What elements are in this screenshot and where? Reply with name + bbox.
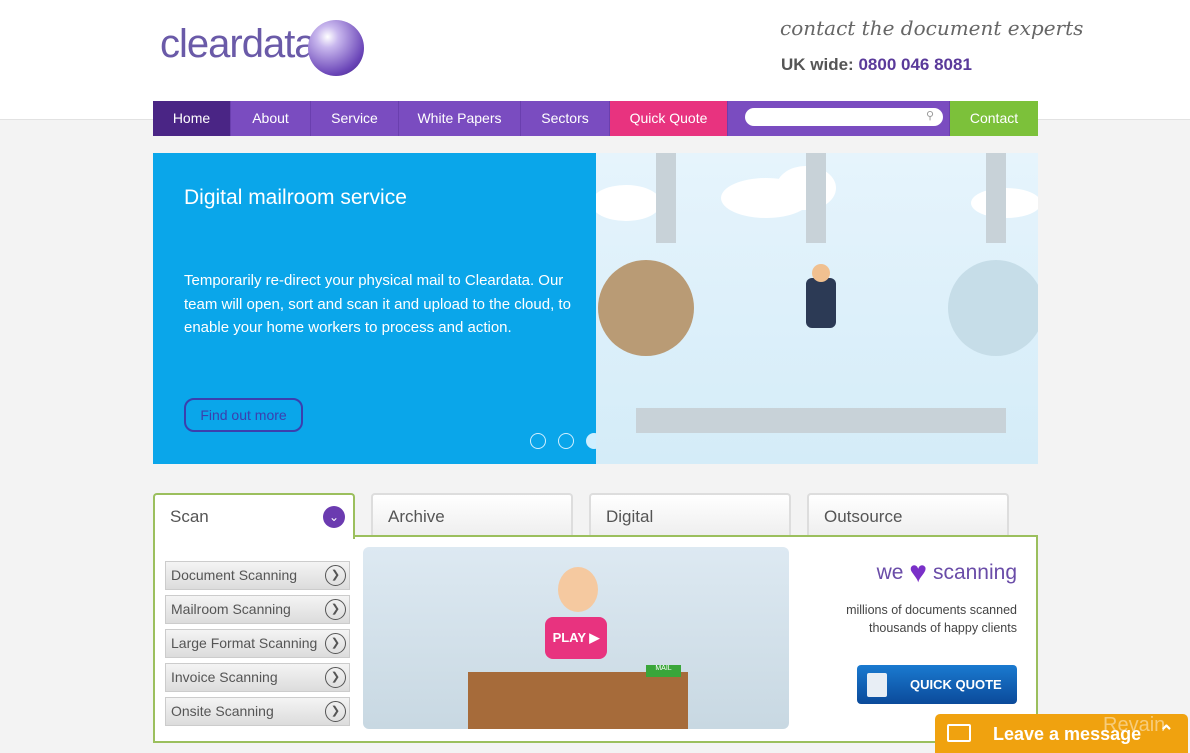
chevron-down-icon: ⌄ bbox=[323, 506, 345, 528]
chevron-right-icon: ❯ bbox=[325, 565, 346, 586]
heart-icon: ♥ bbox=[909, 556, 928, 589]
scanning-text: scanning bbox=[932, 561, 1017, 584]
tab-scan-label: Scan bbox=[170, 507, 209, 526]
chevron-right-icon: ❯ bbox=[325, 633, 346, 654]
play-label: PLAY bbox=[552, 630, 586, 645]
envelope-icon bbox=[947, 724, 971, 742]
nav-sectors[interactable]: Sectors bbox=[521, 101, 610, 136]
phone-number[interactable]: 0800 046 8081 bbox=[858, 55, 971, 74]
play-button[interactable]: PLAY ▶ bbox=[545, 617, 607, 659]
phone: UK wide: 0800 046 8081 bbox=[781, 55, 972, 75]
phone-label: UK wide: bbox=[781, 55, 854, 74]
person-illustration bbox=[558, 567, 598, 612]
mail-sign: MAIL bbox=[646, 665, 681, 677]
logo[interactable]: cleardata bbox=[160, 22, 317, 67]
tab-archive[interactable]: Archive bbox=[371, 493, 573, 537]
tab-outsource[interactable]: Outsource bbox=[807, 493, 1009, 537]
promo-line-2: thousands of happy clients bbox=[868, 621, 1017, 635]
chevron-right-icon: ❯ bbox=[325, 599, 346, 620]
tab-digital[interactable]: Digital bbox=[589, 493, 791, 537]
promo-stats: millions of documents scanned thousands o… bbox=[800, 601, 1017, 637]
nav-about[interactable]: About bbox=[231, 101, 311, 136]
hero-slide: Digital mailroom service Temporarily re-… bbox=[153, 153, 596, 464]
link-label: Onsite Scanning bbox=[171, 703, 274, 719]
nav-white-papers[interactable]: White Papers bbox=[399, 101, 521, 136]
nav-contact[interactable]: Contact bbox=[950, 101, 1038, 136]
link-onsite-scanning[interactable]: Onsite Scanning ❯ bbox=[165, 697, 350, 726]
find-out-more-button[interactable]: Find out more bbox=[184, 398, 303, 432]
link-label: Invoice Scanning bbox=[171, 669, 278, 685]
logo-orb-icon bbox=[308, 20, 364, 76]
search-input[interactable] bbox=[745, 108, 943, 126]
chevron-right-icon: ❯ bbox=[325, 701, 346, 722]
nav-home[interactable]: Home bbox=[153, 101, 231, 136]
chevron-right-icon: ❯ bbox=[325, 667, 346, 688]
slide-dot-1[interactable] bbox=[530, 433, 546, 449]
search-icon[interactable]: ⚲ bbox=[926, 109, 934, 122]
we-love-scanning: we ♥ scanning bbox=[820, 556, 1017, 590]
nav-service[interactable]: Service bbox=[311, 101, 399, 136]
link-invoice-scanning[interactable]: Invoice Scanning ❯ bbox=[165, 663, 350, 692]
promo-line-1: millions of documents scanned bbox=[846, 603, 1017, 617]
nav-quick-quote[interactable]: Quick Quote bbox=[610, 101, 728, 136]
hero-text: Temporarily re-direct your physical mail… bbox=[184, 272, 571, 336]
quick-quote-label: QUICK QUOTE bbox=[910, 677, 1002, 692]
hero-illustration bbox=[591, 153, 1044, 464]
link-mailroom-scanning[interactable]: Mailroom Scanning ❯ bbox=[165, 595, 350, 624]
leave-message-widget[interactable]: Leave a message ⌃ Revain bbox=[935, 714, 1188, 753]
slide-dot-2[interactable] bbox=[558, 433, 574, 449]
watermark: Revain bbox=[1103, 714, 1166, 736]
hero-title: Digital mailroom service bbox=[184, 186, 407, 209]
we-text: we bbox=[876, 561, 904, 584]
link-label: Document Scanning bbox=[171, 567, 298, 583]
tagline: contact the document experts bbox=[780, 16, 1084, 40]
link-document-scanning[interactable]: Document Scanning ❯ bbox=[165, 561, 350, 590]
video-player[interactable]: PLAY ▶ MAIL bbox=[363, 547, 789, 729]
tab-scan[interactable]: Scan ⌄ bbox=[153, 493, 355, 539]
quick-quote-button[interactable]: QUICK QUOTE bbox=[857, 665, 1017, 704]
link-label: Large Format Scanning bbox=[171, 635, 318, 651]
link-label: Mailroom Scanning bbox=[171, 601, 291, 617]
link-large-format-scanning[interactable]: Large Format Scanning ❯ bbox=[165, 629, 350, 658]
desk-illustration bbox=[468, 672, 688, 729]
calculator-icon bbox=[867, 673, 887, 697]
